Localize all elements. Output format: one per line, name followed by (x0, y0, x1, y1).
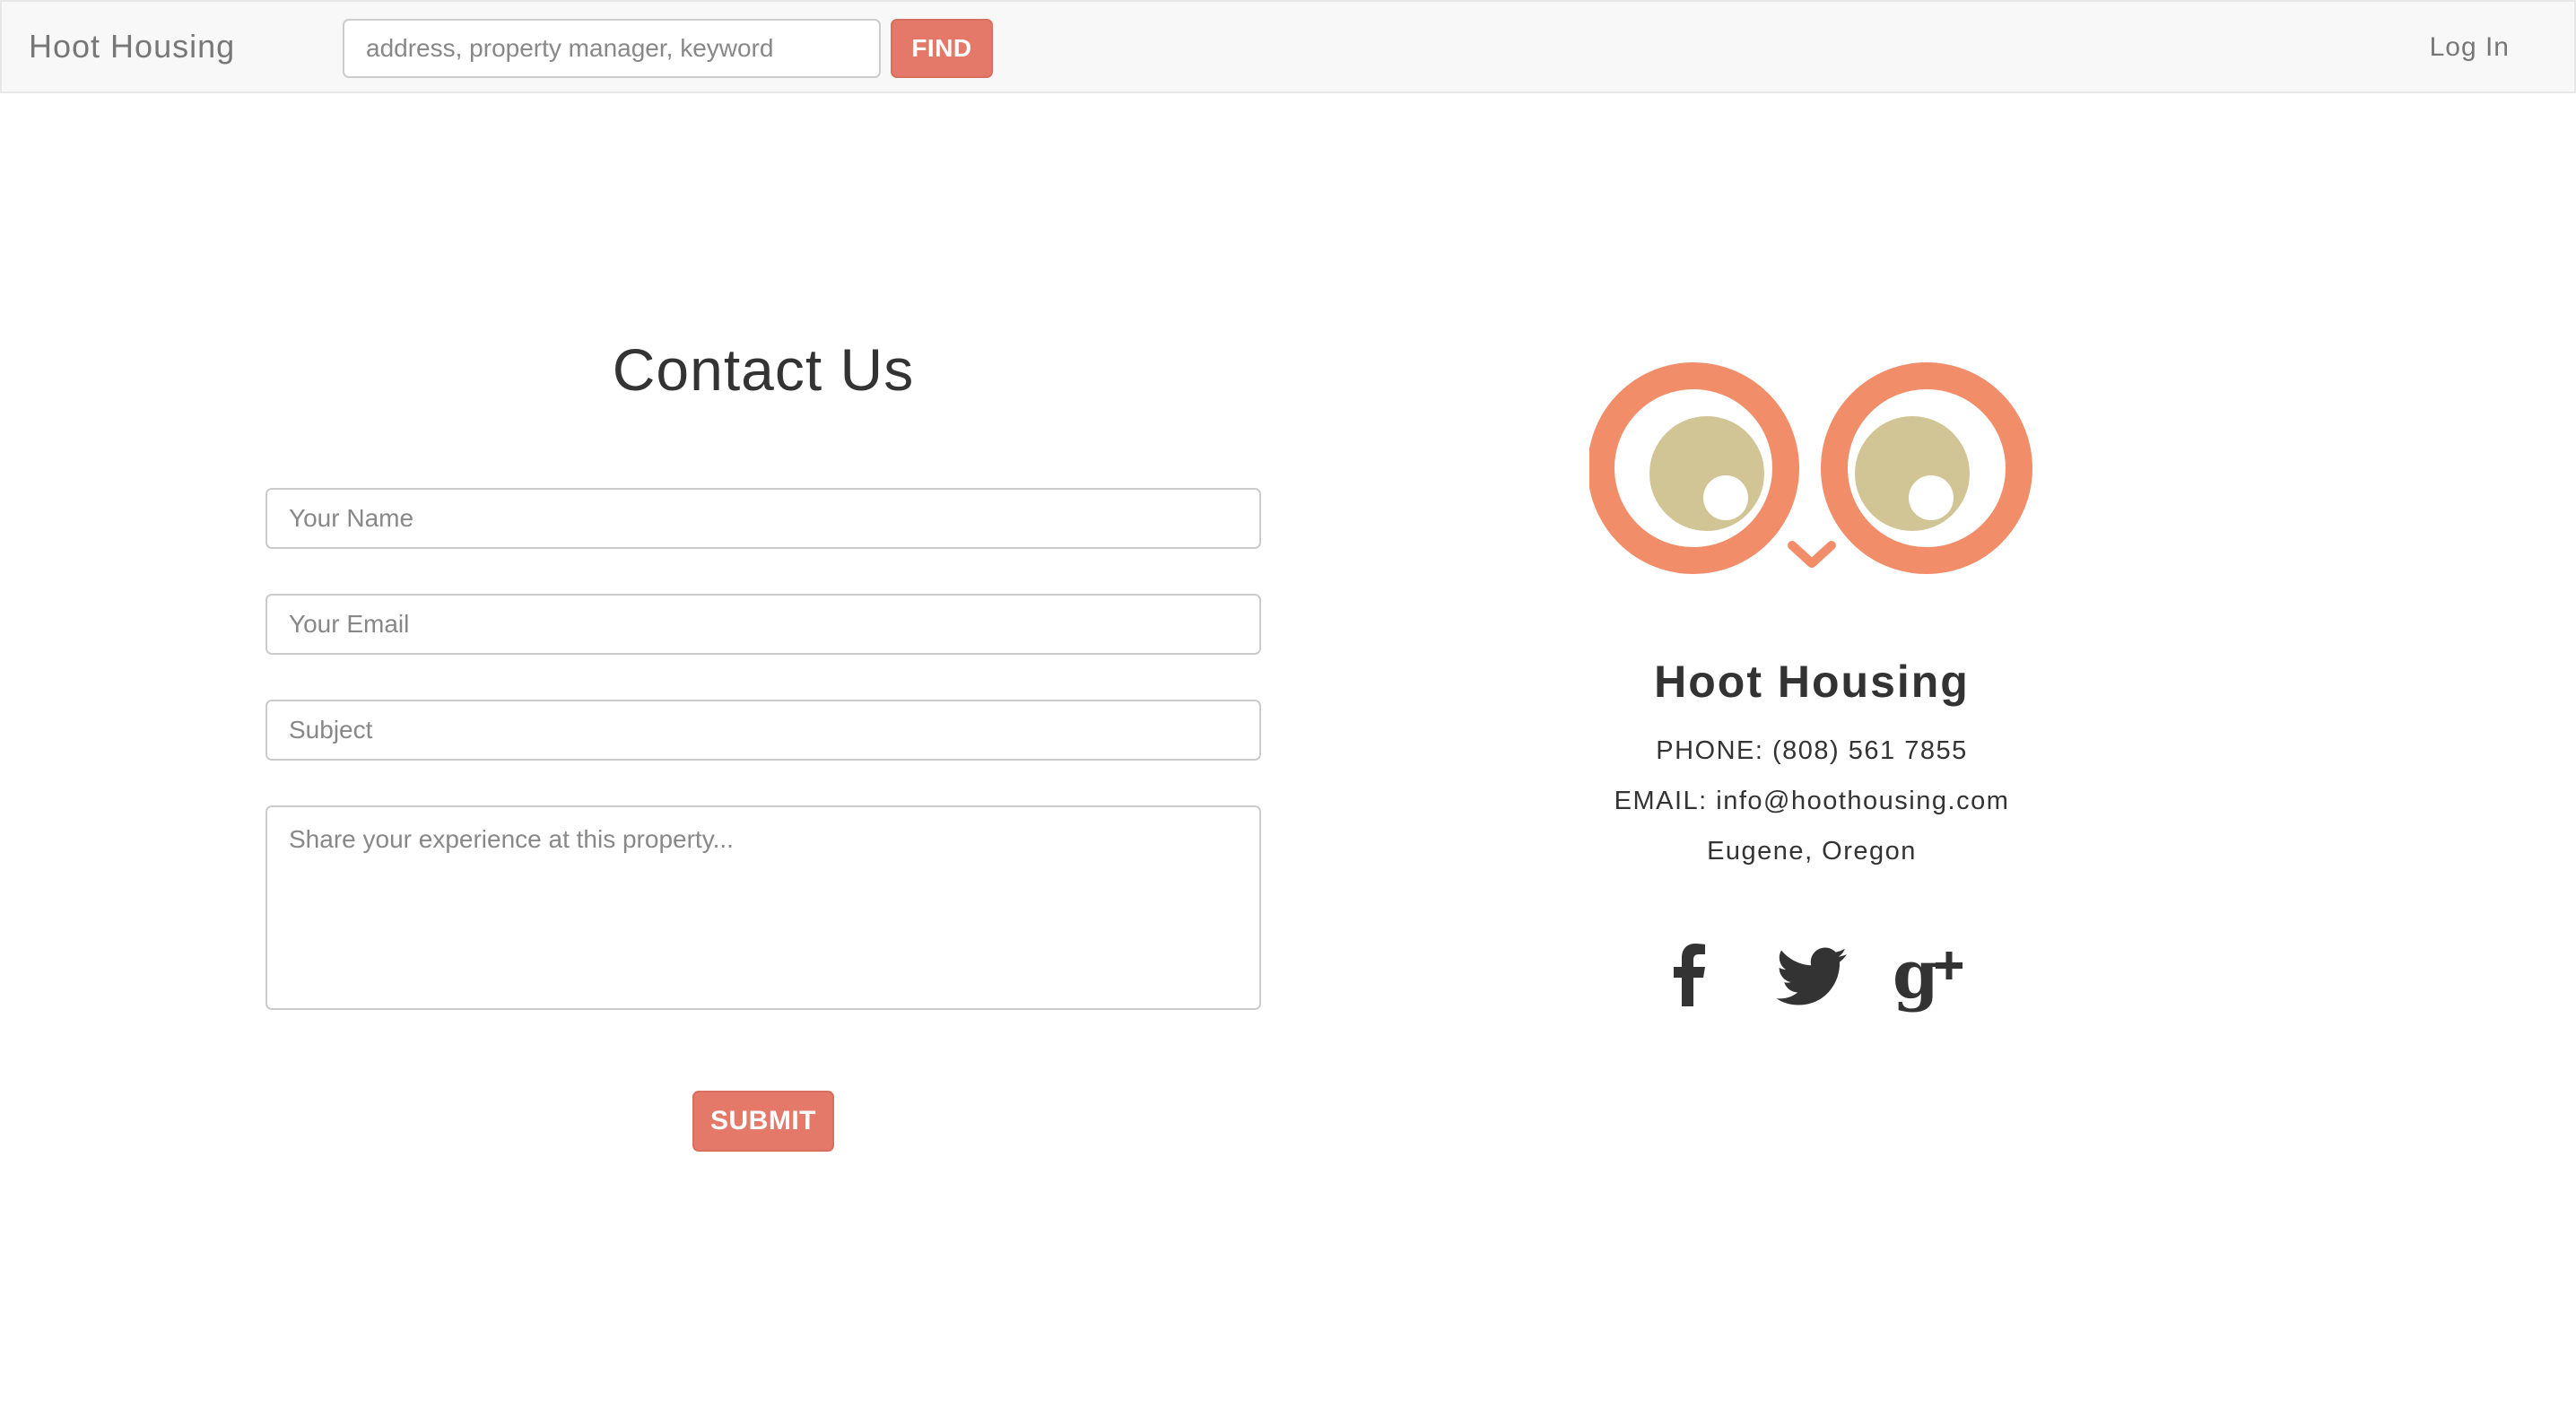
navbar: Hoot Housing FIND Log In (0, 0, 2576, 93)
company-name: Hoot Housing (1654, 657, 1970, 707)
google-plus-icon[interactable]: g (1891, 933, 1971, 1014)
login-link[interactable]: Log In (2430, 30, 2510, 65)
find-button[interactable]: FIND (891, 19, 993, 78)
facebook-icon[interactable] (1650, 933, 1731, 1014)
company-email: EMAIL: info@hoothousing.com (1614, 787, 2010, 815)
search-input[interactable] (343, 19, 881, 78)
message-field[interactable] (265, 805, 1261, 1010)
twitter-icon[interactable] (1771, 933, 1852, 1014)
owl-logo-icon (1588, 359, 2034, 583)
page-title: Contact Us (612, 336, 915, 403)
brand-link[interactable]: Hoot Housing (29, 26, 235, 67)
name-field[interactable] (265, 488, 1261, 549)
subject-field[interactable] (265, 700, 1261, 761)
email-field[interactable] (265, 594, 1261, 655)
company-location: Eugene, Oregon (1707, 837, 1917, 866)
svg-text:g: g (1893, 936, 1939, 1014)
submit-button[interactable]: SUBMIT (692, 1091, 834, 1152)
company-phone: PHONE: (808) 561 7855 (1656, 736, 1968, 765)
